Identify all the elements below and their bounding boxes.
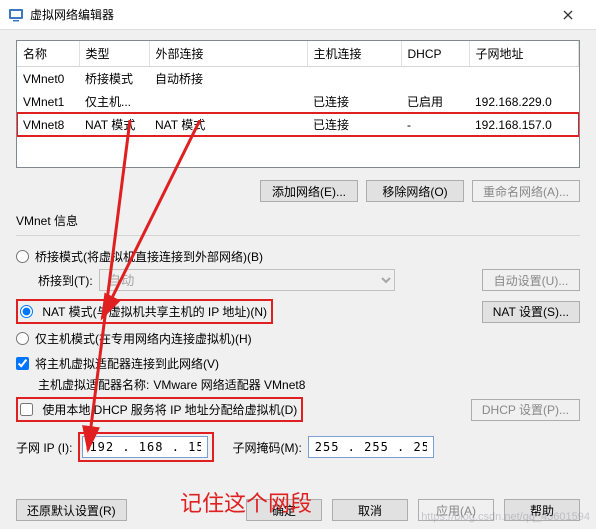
connect-host-adapter-checkbox[interactable] xyxy=(16,357,29,370)
restore-defaults-button[interactable]: 还原默认设置(R) xyxy=(16,499,127,521)
section-title: VMnet 信息 xyxy=(16,212,580,229)
subnet-ip-label: 子网 IP (I): xyxy=(16,439,72,456)
app-icon xyxy=(8,7,24,23)
dhcp-settings-button: DHCP 设置(P)... xyxy=(471,399,580,421)
rename-network-button: 重命名网络(A)... xyxy=(472,180,580,202)
col-type[interactable]: 类型 xyxy=(79,41,149,67)
bridge-to-select: 自动 xyxy=(99,269,395,291)
dhcp-highlight: 使用本地 DHCP 服务将 IP 地址分配给虚拟机(D) xyxy=(16,397,303,422)
close-button[interactable] xyxy=(548,0,588,30)
subnet-mask-input[interactable] xyxy=(308,436,434,458)
watermark: https://blog.csdn.net/qq_43601594 xyxy=(421,511,590,523)
hostonly-mode-label: 仅主机模式(在专用网络内连接虚拟机)(H) xyxy=(35,330,252,347)
bridge-mode-radio[interactable] xyxy=(16,250,29,263)
nat-settings-button[interactable]: NAT 设置(S)... xyxy=(482,301,580,323)
bridge-mode-label: 桥接模式(将虚拟机直接连接到外部网络)(B) xyxy=(35,248,263,265)
subnet-ip-input[interactable] xyxy=(82,436,208,458)
nat-mode-label: NAT 模式(与虚拟机共享主机的 IP 地址)(N) xyxy=(42,305,267,319)
remove-network-button[interactable]: 移除网络(O) xyxy=(366,180,464,202)
col-subnet[interactable]: 子网地址 xyxy=(469,41,579,67)
bridge-to-label: 桥接到(T): xyxy=(38,272,93,289)
connect-host-adapter-label: 将主机虚拟适配器连接到此网络(V) xyxy=(35,355,219,372)
auto-settings-button: 自动设置(U)... xyxy=(482,269,580,291)
add-network-button[interactable]: 添加网络(E)... xyxy=(260,180,358,202)
table-row[interactable]: VMnet0 桥接模式 自动桥接 xyxy=(17,67,579,91)
window-title: 虚拟网络编辑器 xyxy=(30,6,548,23)
use-dhcp-label: 使用本地 DHCP 服务将 IP 地址分配给虚拟机(D) xyxy=(42,403,297,417)
table-row[interactable]: VMnet1 仅主机... 已连接 已启用 192.168.229.0 xyxy=(17,90,579,113)
col-ext[interactable]: 外部连接 xyxy=(149,41,307,67)
subnet-ip-highlight xyxy=(78,432,214,462)
annotation-text: 记住这个网段 xyxy=(180,486,312,518)
subnet-mask-label: 子网掩码(M): xyxy=(232,439,301,456)
network-table[interactable]: 名称 类型 外部连接 主机连接 DHCP 子网地址 VMnet0 桥接模式 自动… xyxy=(16,40,580,168)
use-dhcp-checkbox[interactable] xyxy=(20,403,33,416)
nat-mode-radio[interactable] xyxy=(20,305,33,318)
nat-mode-highlight: NAT 模式(与虚拟机共享主机的 IP 地址)(N) xyxy=(16,299,273,324)
adapter-name-label: 主机虚拟适配器名称: xyxy=(38,376,149,393)
cancel-button[interactable]: 取消 xyxy=(332,499,408,521)
adapter-name-value: VMware 网络适配器 VMnet8 xyxy=(153,376,305,393)
col-dhcp[interactable]: DHCP xyxy=(401,41,469,67)
table-row-selected[interactable]: VMnet8 NAT 模式 NAT 模式 已连接 - 192.168.157.0 xyxy=(17,113,579,136)
col-host[interactable]: 主机连接 xyxy=(307,41,401,67)
col-name[interactable]: 名称 xyxy=(17,41,79,67)
hostonly-mode-radio[interactable] xyxy=(16,332,29,345)
